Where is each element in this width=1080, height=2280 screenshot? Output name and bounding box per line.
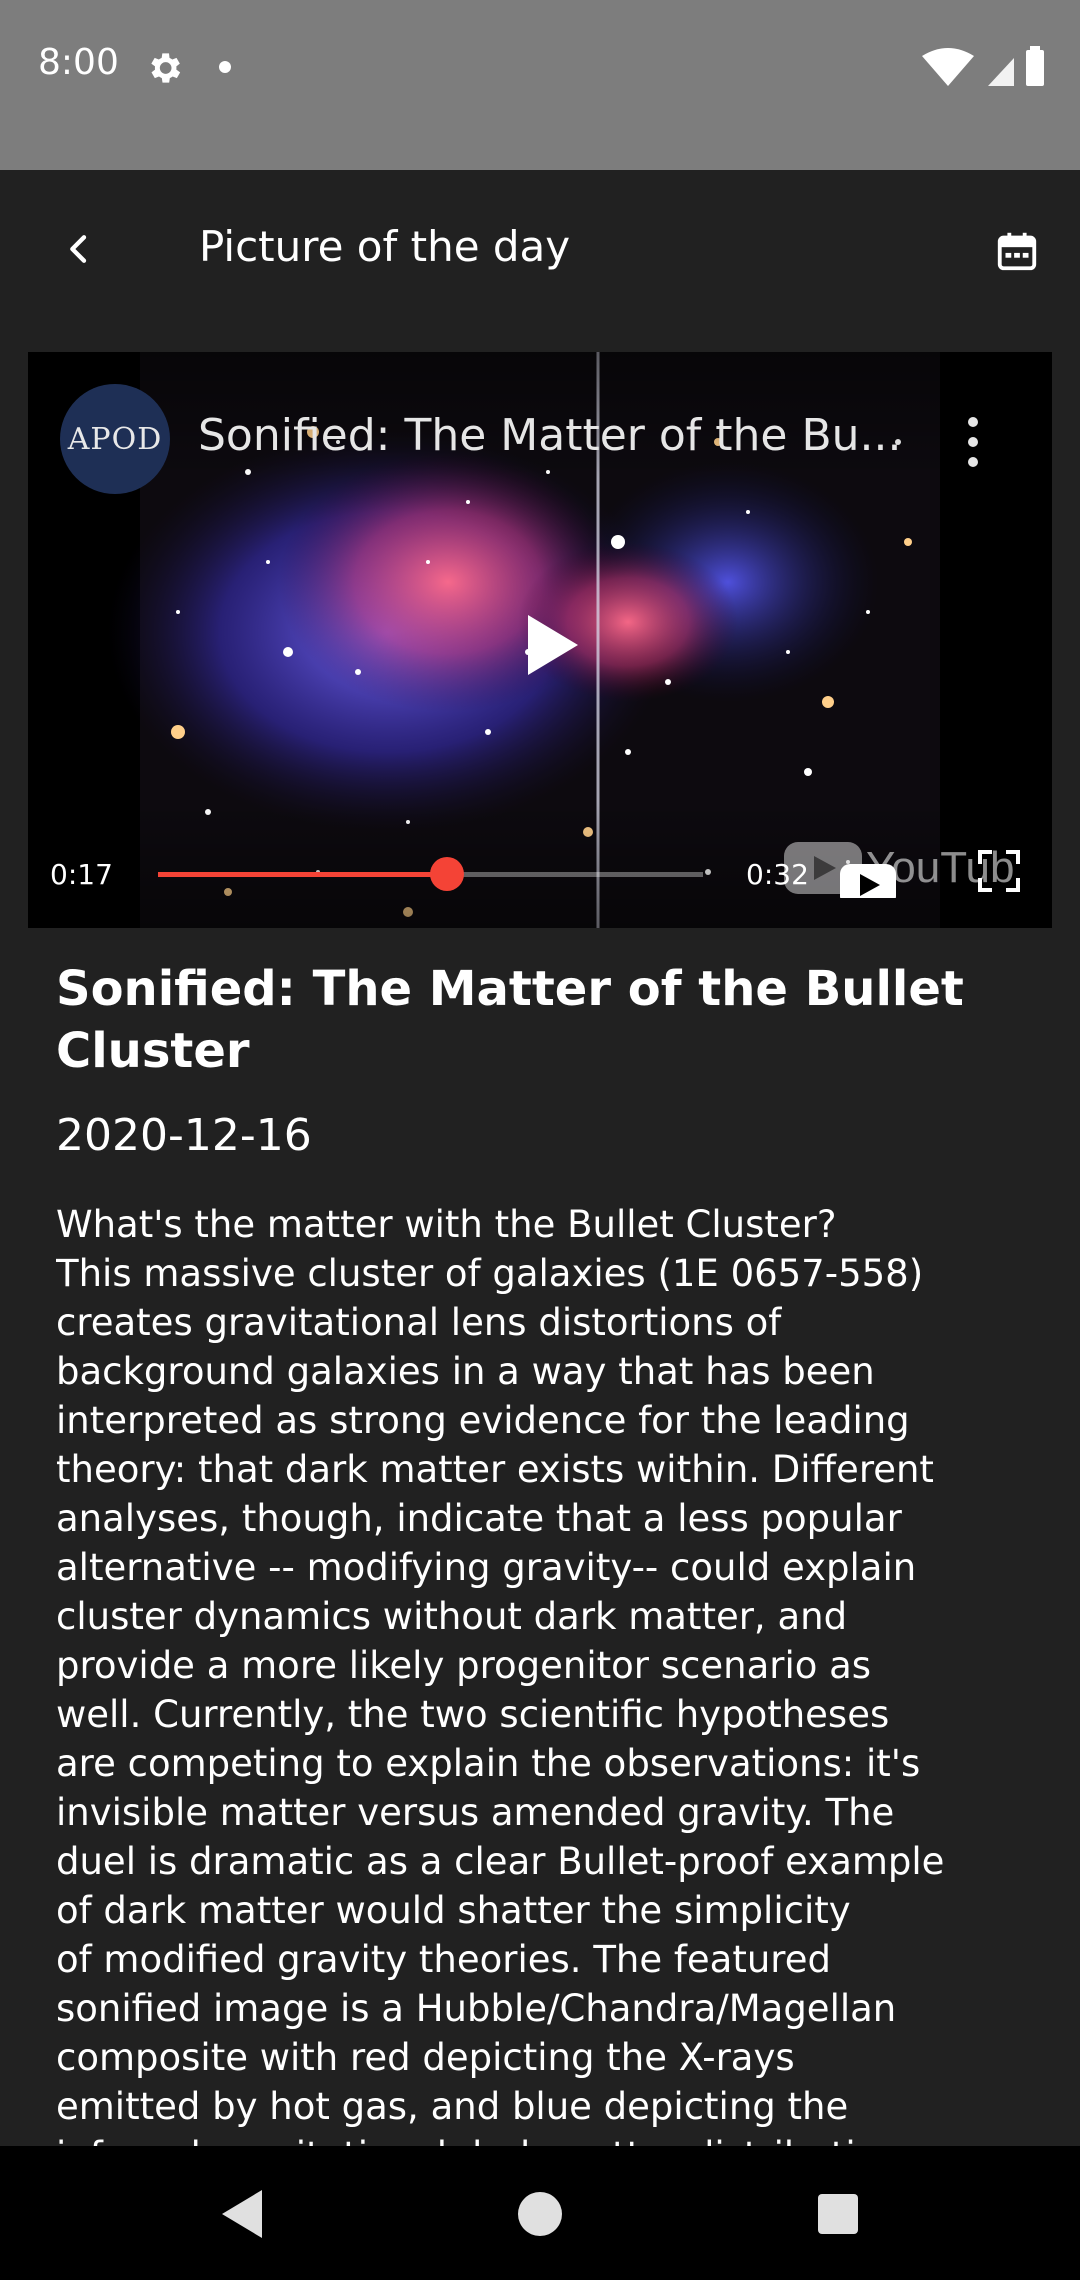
nav-home-icon[interactable]	[518, 2192, 562, 2236]
channel-label: APOD	[67, 421, 163, 457]
article-date: 2020-12-16	[56, 1110, 312, 1161]
progress-bar[interactable]	[158, 857, 703, 891]
more-vert-icon[interactable]	[958, 412, 988, 472]
page-title: Picture of the day	[199, 222, 571, 271]
status-time: 8:00	[38, 42, 119, 83]
notification-dot-icon	[219, 61, 231, 73]
wifi-icon	[922, 48, 974, 86]
video-title[interactable]: Sonified: The Matter of the Bu...	[198, 410, 918, 461]
article-body: What's the matter with the Bullet Cluste…	[56, 1203, 945, 2146]
channel-avatar[interactable]: APOD	[60, 384, 170, 494]
nav-recents-icon[interactable]	[818, 2194, 858, 2234]
status-indicators	[922, 46, 1044, 86]
app-bar: Picture of the day	[0, 170, 1080, 330]
current-time: 0:17	[50, 858, 113, 891]
calendar-button[interactable]	[982, 216, 1052, 286]
fullscreen-icon[interactable]	[976, 848, 1022, 894]
back-arrow-icon	[70, 235, 87, 263]
status-bar: 8:00	[0, 0, 1080, 170]
article-title: Sonified: The Matter of the Bullet Clust…	[56, 961, 964, 1079]
calendar-icon	[997, 232, 1037, 271]
play-icon[interactable]	[510, 605, 590, 685]
nav-back-icon[interactable]	[214, 2184, 270, 2244]
back-button[interactable]	[44, 214, 114, 284]
gear-icon	[151, 53, 181, 83]
system-nav-bar	[0, 2146, 1080, 2280]
progress-fill	[158, 872, 447, 877]
progress-thumb[interactable]	[429, 857, 464, 891]
video-player[interactable]: APOD Sonified: The Matter of the Bu... 0…	[28, 352, 1052, 928]
battery-icon	[1026, 50, 1044, 86]
